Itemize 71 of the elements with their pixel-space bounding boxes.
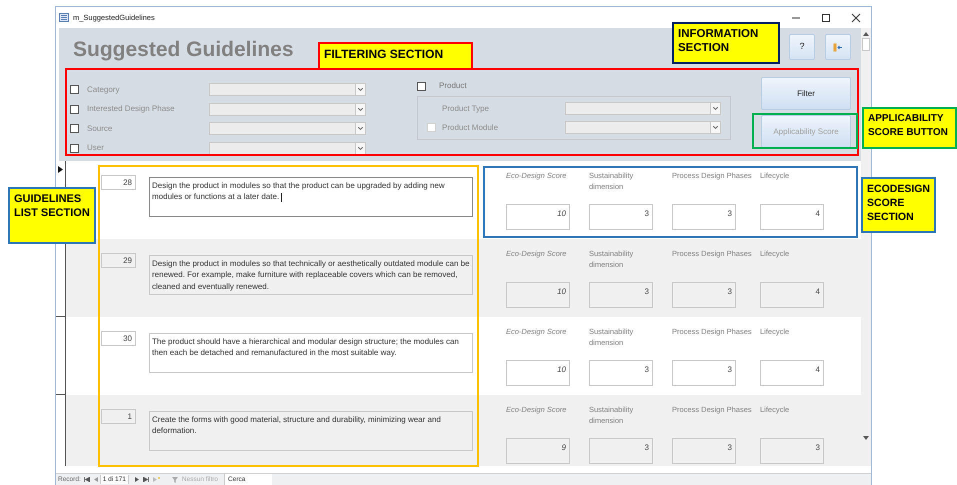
filter-label: Interested Design Phase <box>87 103 176 116</box>
score-field[interactable]: 3 <box>589 282 653 308</box>
help-button[interactable]: ? <box>789 34 815 60</box>
id-field[interactable]: 29 <box>101 252 136 268</box>
checkbox[interactable] <box>70 124 79 134</box>
chevron-down-icon <box>710 103 720 114</box>
score-field[interactable]: 4 <box>760 282 824 308</box>
chevron-down-icon <box>355 142 365 154</box>
chevron-down-icon <box>710 122 720 133</box>
chevron-down-icon <box>355 84 365 96</box>
exit-icon <box>833 42 843 52</box>
filter-label: Category <box>87 84 120 96</box>
annotation-tooltip: ECODESIGN SCORE SECTION <box>861 177 936 233</box>
checkbox[interactable] <box>70 104 79 114</box>
annotation-tooltip: FILTERING SECTION <box>318 42 473 70</box>
annotation-tooltip: INFORMATION SECTION <box>672 22 780 64</box>
text-cursor <box>281 192 282 202</box>
filter-label: Product Type <box>442 102 490 114</box>
first-record-icon[interactable] <box>84 477 90 482</box>
score-field[interactable]: 10 <box>506 282 570 308</box>
dropdown-field[interactable] <box>565 102 721 115</box>
product-label: Product <box>439 80 467 92</box>
filter-label: Source <box>87 122 114 135</box>
score-field[interactable]: 10 <box>506 204 570 230</box>
score-field[interactable]: 3 <box>589 438 653 464</box>
scroll-thumb[interactable] <box>862 38 870 51</box>
form-icon <box>59 13 69 22</box>
dropdown-field[interactable] <box>209 142 366 155</box>
checkbox[interactable] <box>417 82 426 90</box>
score-field[interactable]: 3 <box>589 204 653 230</box>
dropdown-field[interactable] <box>565 121 721 134</box>
guideline-text-field[interactable]: Design the product in modules so that technically or aesthetically outdated module can be renewed. For example, make furniture with replaceable covers which can be removed, cleaned and eventually renewed. <box>149 254 473 295</box>
score-field[interactable]: 3 <box>672 282 736 308</box>
filter-button[interactable]: Filter <box>761 77 851 110</box>
id-field[interactable]: 28 <box>101 174 136 190</box>
score-field[interactable]: 9 <box>506 438 570 464</box>
scroll-down-icon[interactable] <box>863 436 869 440</box>
dropdown-field[interactable] <box>209 122 366 136</box>
guideline-text-field[interactable]: Design the product in modules so that the product can be upgraded by adding new modules or functions at a later date. <box>149 176 473 217</box>
id-field[interactable]: 1 <box>101 408 136 424</box>
score-field[interactable]: 3 <box>672 360 736 386</box>
annotation-tooltip: GUIDELINES LIST SECTION <box>8 187 96 244</box>
next-record-icon[interactable] <box>134 477 139 482</box>
checkbox[interactable] <box>70 144 79 153</box>
dropdown-field[interactable] <box>209 83 366 96</box>
checkbox[interactable] <box>70 85 79 94</box>
filter-label: User <box>87 142 105 154</box>
last-record-icon[interactable] <box>142 477 149 482</box>
maximize-icon[interactable] <box>821 12 831 22</box>
guideline-text-field[interactable]: The product should have a hierarchical and modular design structure; the modules can then each be detached and remanufactured in the most suitable way. <box>149 332 473 373</box>
annotation-tooltip: APPLICABILITY SCORE BUTTON <box>862 107 957 149</box>
chevron-down-icon <box>355 104 365 115</box>
score-field[interactable]: 3 <box>672 438 736 464</box>
score-field[interactable]: 3 <box>672 204 736 230</box>
current-record-icon <box>58 166 63 173</box>
chevron-down-icon <box>355 123 365 134</box>
record-selector[interactable] <box>56 394 66 466</box>
score-field[interactable]: 10 <box>506 360 570 386</box>
score-field[interactable]: 4 <box>760 360 824 386</box>
score-field[interactable]: 3 <box>589 360 653 386</box>
scroll-up-icon[interactable] <box>863 32 869 36</box>
guideline-text-field[interactable]: Create the forms with good material, structure and durability, minimizing wear and deformation. <box>149 410 473 451</box>
record-selector[interactable] <box>56 316 66 395</box>
score-field[interactable]: 3 <box>760 438 824 464</box>
filter-label: Product Module <box>442 122 500 134</box>
score-field[interactable]: 4 <box>760 204 824 230</box>
id-field[interactable]: 30 <box>101 330 136 346</box>
filter-icon <box>172 476 178 482</box>
dropdown-field[interactable] <box>209 102 366 116</box>
close-icon[interactable] <box>851 12 861 22</box>
form-title: Suggested Guidelines <box>73 37 294 63</box>
